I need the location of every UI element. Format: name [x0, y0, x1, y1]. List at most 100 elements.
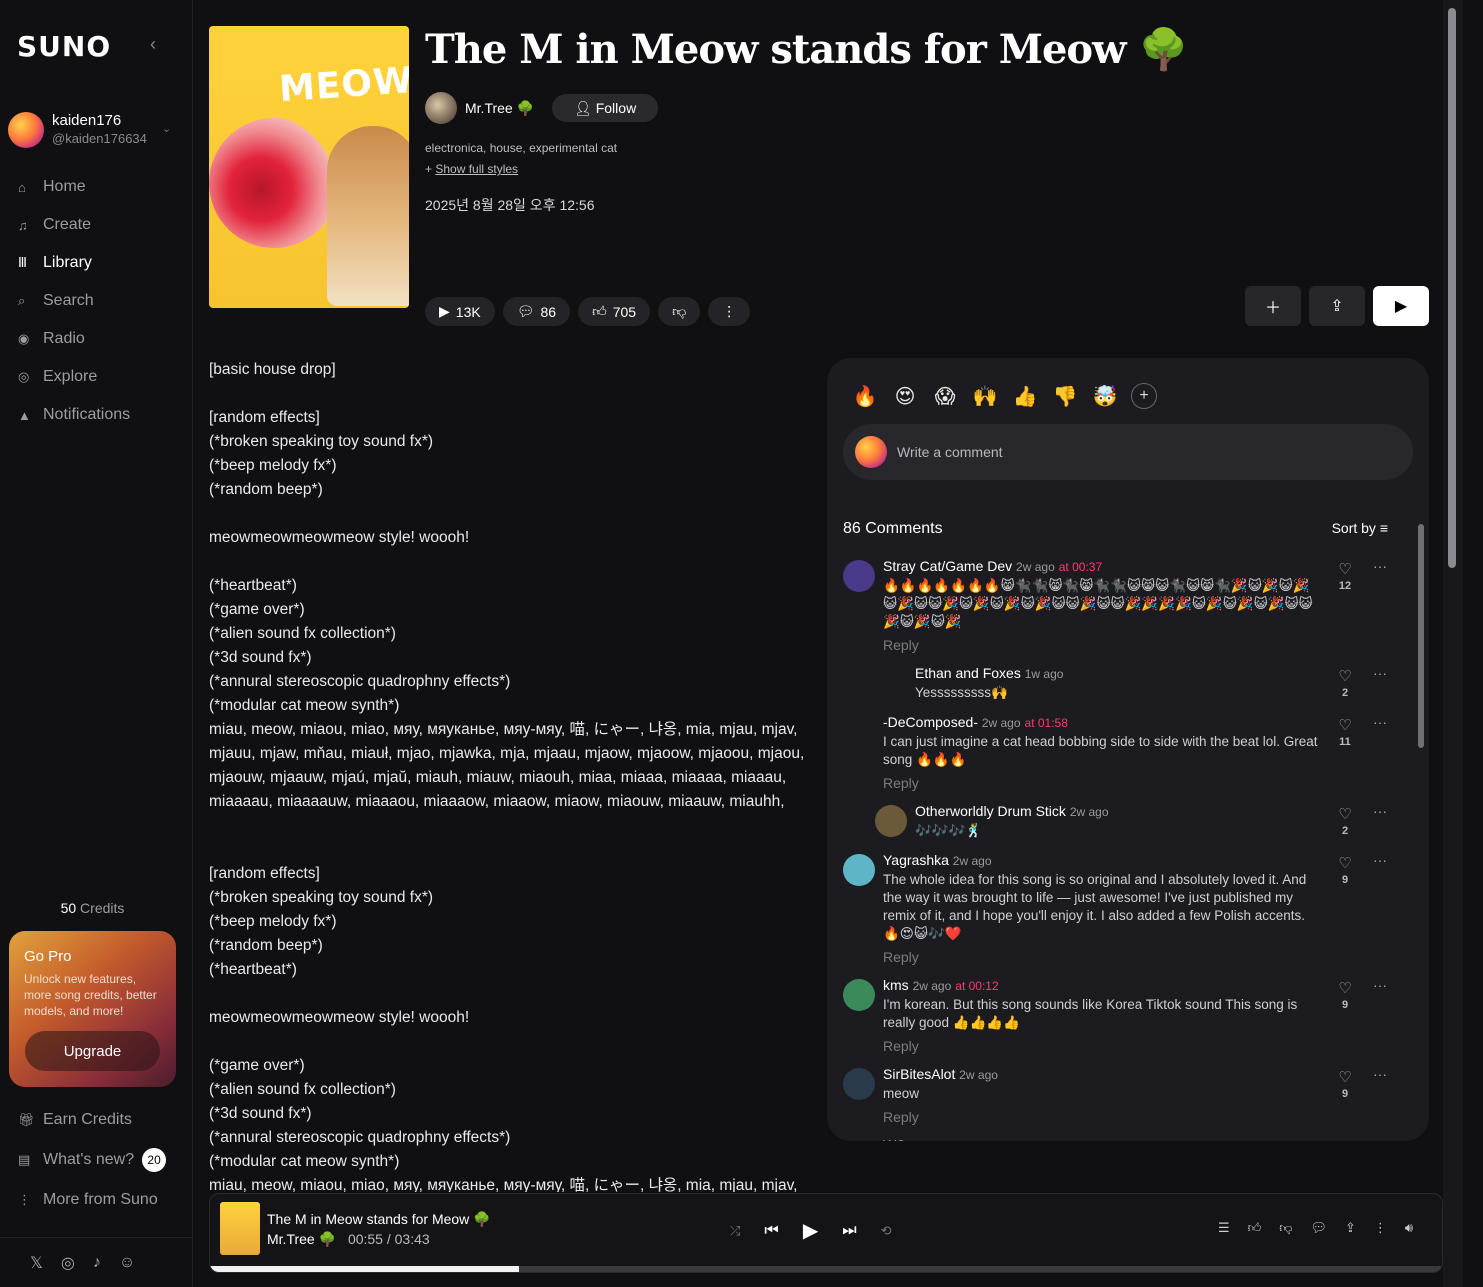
collapse-sidebar-icon[interactable]: ‹: [150, 34, 156, 55]
show-full-styles-link[interactable]: + Show full styles: [425, 162, 518, 176]
volume-icon[interactable]: 🔊︎: [1405, 1220, 1413, 1236]
comment-more-icon[interactable]: ···: [1373, 665, 1387, 681]
thumbs-down-icon[interactable]: 👎︎: [1279, 1220, 1292, 1236]
nav-notifications[interactable]: ▲ Notifications: [0, 396, 192, 434]
commenter-name[interactable]: Ethan and Foxes: [915, 665, 1021, 681]
player-song-title[interactable]: The M in Meow stands for Meow 🌳: [267, 1211, 491, 1228]
play-button[interactable]: ▶: [1373, 286, 1429, 326]
more-from-suno-link[interactable]: ⋮ More from Suno: [0, 1180, 192, 1220]
next-icon[interactable]: ⏭︎: [842, 1222, 856, 1240]
comments-scroll-thumb[interactable]: [1418, 524, 1424, 748]
nav-library[interactable]: Ⅲ Library: [0, 244, 192, 282]
comment-timestamp-link[interactable]: at 00:12: [955, 979, 998, 993]
player-artist[interactable]: Mr.Tree: [267, 1231, 315, 1247]
comment-more-icon[interactable]: ···: [1373, 803, 1387, 819]
reaction-button[interactable]: 🤯: [1091, 382, 1119, 410]
reaction-button[interactable]: 🙌: [971, 382, 999, 410]
page-scrollbar[interactable]: [1443, 0, 1463, 1287]
reaction-button[interactable]: 👍: [1011, 382, 1039, 410]
commenter-avatar[interactable]: [843, 854, 875, 886]
comment-timestamp-link[interactable]: at 00:37: [1059, 560, 1102, 574]
share-button[interactable]: ⇪: [1309, 286, 1365, 326]
commenter-avatar[interactable]: [843, 1139, 875, 1141]
more-vertical-icon[interactable]: ⋮: [1374, 1220, 1387, 1236]
page-scroll-thumb[interactable]: [1448, 8, 1456, 568]
comments-scrollbar[interactable]: [1417, 524, 1425, 1141]
commenter-avatar[interactable]: [843, 560, 875, 592]
play-icon[interactable]: ▶: [803, 1218, 818, 1243]
comment-like-button[interactable]: ♡ 2: [1335, 667, 1355, 699]
commenter-name[interactable]: -DeComposed-: [883, 714, 978, 730]
commenter-avatar[interactable]: [875, 667, 907, 699]
playback-progress[interactable]: [210, 1266, 1442, 1272]
comment-timestamp-link[interactable]: at 01:09: [998, 1139, 1041, 1141]
profile-switcher[interactable]: kaiden176 @kaiden176634 ⌄: [8, 110, 188, 150]
commenter-name[interactable]: WS.venom: [883, 1137, 951, 1141]
share-icon[interactable]: ⇪: [1345, 1220, 1356, 1236]
previous-icon[interactable]: ⏮︎: [764, 1222, 778, 1240]
reaction-button[interactable]: 😱: [931, 382, 959, 410]
comment-more-icon[interactable]: ···: [1373, 977, 1387, 993]
song-cover-art[interactable]: MEOW!: [209, 26, 409, 308]
commenter-name[interactable]: Otherworldly Drum Stick: [915, 803, 1066, 819]
upgrade-button[interactable]: Upgrade: [25, 1031, 160, 1071]
comment-count-button[interactable]: 💬︎ 86: [502, 297, 571, 326]
instagram-icon[interactable]: ◎: [61, 1253, 75, 1273]
artist-avatar[interactable]: [425, 92, 457, 124]
like-button[interactable]: 👍︎ 705: [578, 297, 651, 326]
whats-new-link[interactable]: ▤ What's new? 20: [0, 1140, 192, 1180]
comment-like-button[interactable]: ♡ 9: [1335, 1068, 1355, 1100]
dislike-button[interactable]: 👎︎: [658, 297, 701, 326]
artist-name[interactable]: Mr.Tree 🌳: [465, 100, 534, 117]
nav-home[interactable]: ⌂ Home: [0, 168, 192, 206]
reply-button[interactable]: Reply: [883, 637, 1323, 653]
nav-create[interactable]: ♫ Create: [0, 206, 192, 244]
follow-button[interactable]: 👤︎ Follow: [552, 94, 659, 122]
comment-like-button[interactable]: ♡ 9: [1335, 979, 1355, 1011]
discord-icon[interactable]: ☺: [119, 1254, 135, 1272]
comment-like-button[interactable]: ♡8: [1335, 1139, 1355, 1141]
comment-like-button[interactable]: ♡ 12: [1335, 560, 1355, 592]
comment-more-icon[interactable]: ···: [1373, 1137, 1387, 1141]
reply-button[interactable]: Reply: [883, 949, 1323, 965]
x-icon[interactable]: 𝕏: [30, 1253, 43, 1273]
comment-like-button[interactable]: ♡ 2: [1335, 805, 1355, 837]
comment-more-icon[interactable]: ···: [1373, 714, 1387, 730]
suno-logo[interactable]: SUNO: [17, 30, 111, 63]
earn-credits-link[interactable]: 🎁︎ Earn Credits: [0, 1100, 192, 1140]
play-count-button[interactable]: ▶ 13K: [425, 297, 495, 326]
commenter-name[interactable]: Stray Cat/Game Dev: [883, 558, 1012, 574]
more-options-button[interactable]: ⋮: [708, 297, 751, 326]
reply-button[interactable]: Reply: [883, 1038, 1323, 1054]
comment-more-icon[interactable]: ···: [1373, 1066, 1387, 1082]
tiktok-icon[interactable]: ♪: [93, 1254, 101, 1272]
nav-search[interactable]: ⌕ Search: [0, 282, 192, 320]
comment-more-icon[interactable]: ···: [1373, 852, 1387, 868]
sort-by-button[interactable]: Sort by ≡: [1332, 520, 1388, 538]
thumbs-up-icon[interactable]: 👍︎: [1248, 1220, 1262, 1236]
nav-explore[interactable]: ◎ Explore: [0, 358, 192, 396]
shuffle-icon[interactable]: ⤮: [730, 1223, 740, 1239]
commenter-avatar[interactable]: [875, 805, 907, 837]
commenter-name[interactable]: SirBitesAlot: [883, 1066, 955, 1082]
comment-like-button[interactable]: ♡ 11: [1335, 716, 1355, 748]
repeat-icon[interactable]: ⟲: [881, 1223, 892, 1239]
add-reaction-icon[interactable]: +: [1131, 383, 1157, 409]
reaction-button[interactable]: 🔥: [851, 382, 879, 410]
credits-count[interactable]: 50 Credits: [0, 900, 185, 916]
player-cover-art[interactable]: [220, 1202, 260, 1255]
add-to-playlist-button[interactable]: ＋: [1245, 286, 1301, 326]
nav-radio[interactable]: ◉ Radio: [0, 320, 192, 358]
queue-icon[interactable]: ☰: [1218, 1220, 1230, 1236]
reaction-button[interactable]: 😍: [891, 382, 919, 410]
commenter-name[interactable]: Yagrashka: [883, 852, 949, 868]
commenter-avatar[interactable]: [843, 979, 875, 1011]
comment-timestamp-link[interactable]: at 01:58: [1025, 716, 1068, 730]
commenter-avatar[interactable]: [843, 716, 875, 748]
reply-button[interactable]: Reply: [883, 775, 1323, 791]
commenter-avatar[interactable]: [843, 1068, 875, 1100]
comment-like-button[interactable]: ♡ 9: [1335, 854, 1355, 886]
comment-icon[interactable]: 💬︎: [1310, 1220, 1327, 1236]
commenter-name[interactable]: kms: [883, 977, 909, 993]
reaction-button[interactable]: 👎: [1051, 382, 1079, 410]
